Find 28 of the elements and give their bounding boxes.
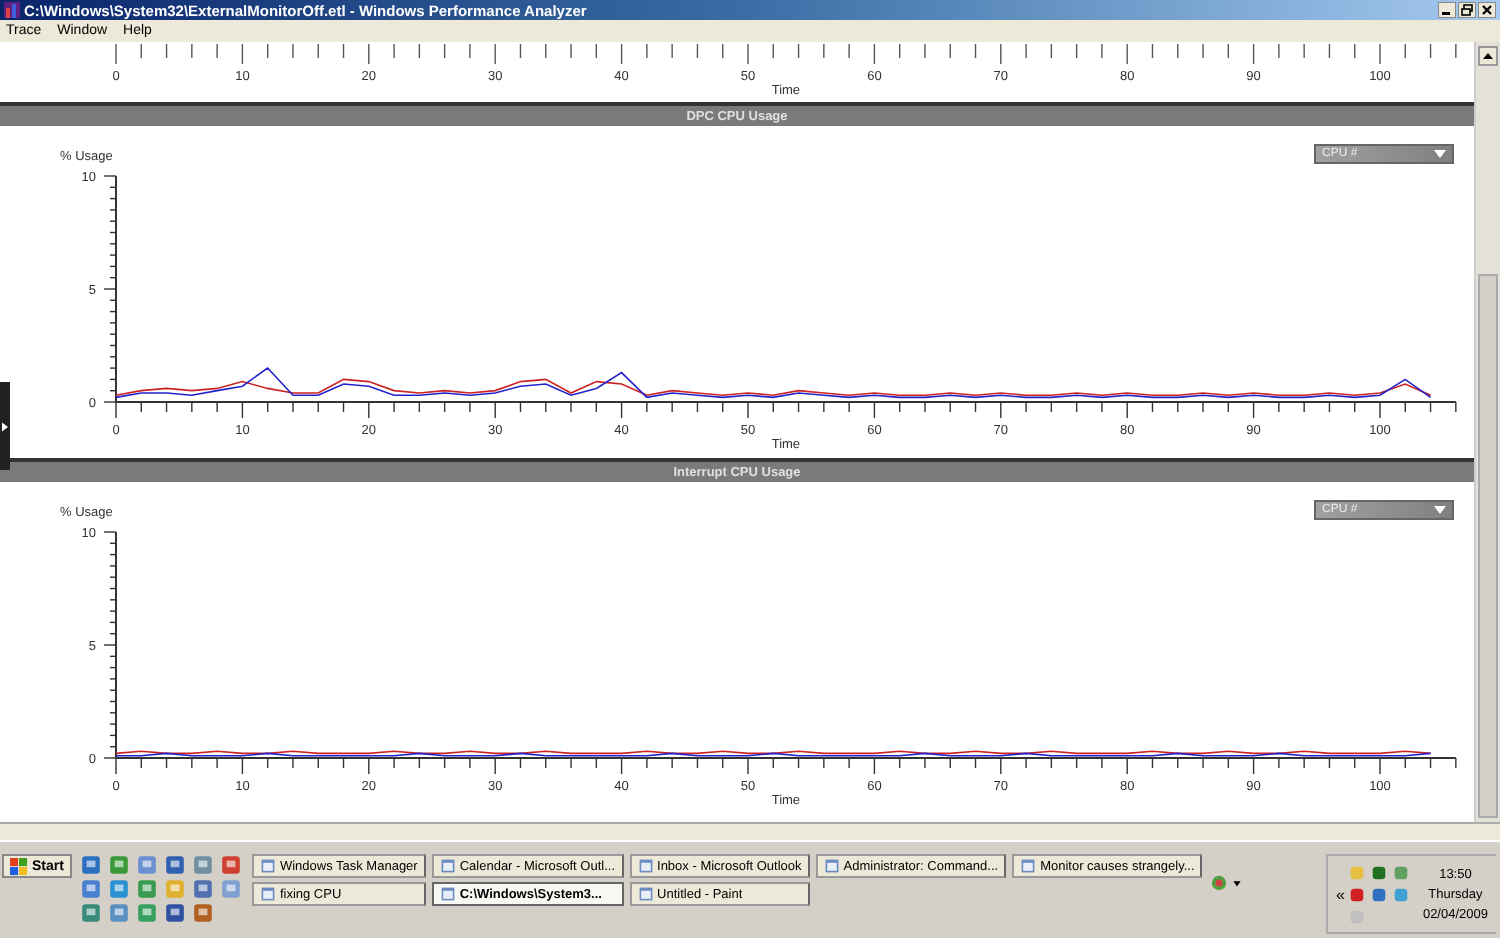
caret-icon [1434, 506, 1446, 514]
app-icon[interactable] [219, 854, 242, 876]
app-icon[interactable] [191, 902, 214, 924]
app-icon[interactable] [163, 854, 186, 876]
app-icon[interactable] [191, 878, 214, 900]
app-icon [1020, 858, 1037, 874]
show-hidden-icons-button[interactable]: « [1336, 885, 1345, 903]
app-icon[interactable] [135, 902, 158, 924]
app-icon[interactable] [135, 878, 158, 900]
app-icon[interactable] [135, 854, 158, 876]
caret-icon [1434, 150, 1446, 158]
restore-icon[interactable] [1458, 2, 1476, 18]
close-icon[interactable] [1478, 2, 1496, 18]
scroll-up-icon[interactable] [1478, 46, 1498, 66]
app-icon[interactable] [79, 878, 102, 900]
app-icon[interactable] [107, 854, 130, 876]
app-icon[interactable] [163, 902, 186, 924]
app-icon [823, 858, 840, 874]
splitter-handle[interactable] [0, 382, 10, 470]
minimize-icon[interactable] [1438, 2, 1456, 18]
app-icon [4, 2, 20, 18]
app-icon[interactable] [79, 902, 102, 924]
app-icon[interactable] [79, 854, 102, 876]
windows-logo-icon [10, 857, 28, 875]
app-icon[interactable] [107, 902, 130, 924]
scrollbar[interactable] [1474, 42, 1500, 822]
app-icon[interactable] [191, 854, 214, 876]
app-icon[interactable] [107, 878, 130, 900]
